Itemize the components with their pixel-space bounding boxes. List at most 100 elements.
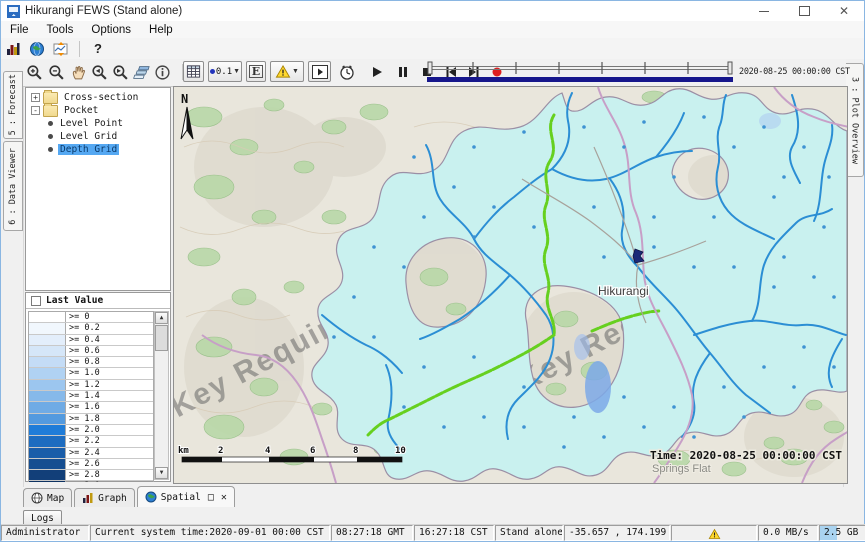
zoom-next-icon[interactable]	[112, 64, 130, 81]
legend-swatch	[29, 368, 66, 378]
collapse-icon[interactable]: -	[31, 106, 40, 115]
chevron-down-icon: ▼	[292, 68, 299, 75]
menu-options[interactable]: Options	[82, 23, 140, 37]
legend-value: >= 1.0	[66, 368, 100, 378]
depth-legend: Last Value >= 0 >= 0.2	[25, 292, 171, 482]
scroll-up-icon[interactable]: ▲	[155, 312, 168, 324]
title-bar: Hikurangi FEWS (Stand alone) ✕	[1, 1, 864, 22]
pause-button[interactable]	[395, 64, 411, 80]
legend-row[interactable]: >= 0	[29, 312, 153, 323]
svg-text:2: 2	[218, 446, 223, 456]
tree-item-level-point[interactable]: Level Point	[26, 117, 170, 130]
menu-tools[interactable]: Tools	[38, 23, 83, 37]
svg-text:10: 10	[395, 446, 406, 456]
status-mode: Stand alone	[495, 525, 563, 541]
legend-value: >= 2.6	[66, 459, 100, 469]
legend-row[interactable]: >= 0.6	[29, 346, 153, 357]
timeseries-display-icon[interactable]	[49, 39, 73, 58]
legend-scrollbar[interactable]: ▲ ▼	[154, 311, 169, 480]
time-slider[interactable]	[425, 61, 735, 84]
help-icon[interactable]: ?	[86, 39, 110, 58]
status-warning[interactable]	[671, 525, 757, 541]
bottom-tab-bar: Map Graph Spatial □ ✕	[23, 487, 844, 507]
legend-row[interactable]: >= 1.0	[29, 368, 153, 379]
close-button[interactable]: ✕	[824, 1, 864, 21]
tree-item-depth-grid[interactable]: Depth Grid	[26, 143, 170, 156]
contour-threshold-dropdown[interactable]: 0.1▼	[208, 61, 242, 82]
last-value-checkbox[interactable]	[31, 296, 41, 306]
tab-spatial[interactable]: Spatial □ ✕	[137, 486, 235, 507]
tab-data-viewer[interactable]: 6 : Data Viewer	[3, 141, 23, 231]
map-time-label: Time: 2020-08-25 00:00:00 CST	[650, 449, 842, 462]
menu-file[interactable]: File	[1, 23, 38, 37]
legend-value: >= 0.4	[66, 335, 100, 345]
zoom-out-icon[interactable]	[48, 64, 66, 81]
map-canvas[interactable]: API Key Required API Key Required H	[173, 86, 848, 484]
zoom-previous-icon[interactable]	[91, 64, 109, 81]
legend-row[interactable]: >= 0.2	[29, 323, 153, 334]
expand-icon[interactable]: +	[31, 93, 40, 102]
legend-row[interactable]: >= 2.4	[29, 448, 153, 459]
timer-icon[interactable]	[338, 63, 356, 80]
minimize-button[interactable]	[744, 1, 784, 21]
legend-row[interactable]: >= 1.6	[29, 402, 153, 413]
legend-swatch	[29, 380, 66, 390]
info-icon[interactable]	[154, 64, 172, 81]
tree-item-pocket[interactable]: - Pocket	[26, 104, 170, 117]
tree-item-level-grid[interactable]: Level Grid	[26, 130, 170, 143]
tab-graph[interactable]: Graph	[74, 488, 135, 507]
reports-icon[interactable]	[1, 39, 25, 58]
scroll-thumb[interactable]	[155, 325, 168, 351]
left-tab-strip: 5 : Forecast 6 : Data Viewer	[1, 59, 24, 487]
legend-swatch	[29, 312, 66, 322]
bullet-icon	[48, 147, 53, 152]
svg-text:4: 4	[265, 446, 271, 456]
legend-row[interactable]: >= 1.8	[29, 414, 153, 425]
legend-swatch	[29, 346, 66, 356]
legend-row[interactable]: >= 2.8	[29, 470, 153, 481]
chevron-down-icon: ▼	[233, 68, 240, 75]
tab-forecast[interactable]: 5 : Forecast	[3, 71, 23, 139]
legend-value: >= 2.0	[66, 425, 100, 435]
legend-row[interactable]: >= 1.2	[29, 380, 153, 391]
legend-value: >= 2.8	[66, 470, 100, 480]
maximize-icon	[799, 6, 810, 16]
legend-row[interactable]: >= 2.0	[29, 425, 153, 436]
legend-value: >= 1.6	[66, 402, 100, 412]
legend-row[interactable]: >= 0.8	[29, 357, 153, 368]
tab-label: Graph	[98, 493, 127, 504]
warnings-dropdown[interactable]: ▼	[270, 61, 304, 82]
legend-row[interactable]: >= 2.6	[29, 459, 153, 470]
last-value-label: Last Value	[46, 295, 103, 306]
label-glyph: E	[249, 65, 263, 78]
maximize-button[interactable]	[784, 1, 824, 21]
legend-swatch	[29, 391, 66, 401]
legend-row[interactable]: >= 3.0	[29, 481, 153, 482]
grid-display-button[interactable]	[183, 61, 204, 82]
labels-button[interactable]: E	[246, 61, 266, 82]
animation-button[interactable]	[308, 61, 331, 82]
zoom-in-icon[interactable]	[26, 64, 44, 81]
timeline-datetime: 2020-08-25 00:00:00 CST	[739, 67, 845, 77]
scroll-down-icon[interactable]: ▼	[155, 467, 168, 479]
warning-icon	[708, 528, 721, 540]
legend-row[interactable]: >= 0.4	[29, 335, 153, 346]
tab-label: Spatial	[161, 492, 201, 503]
close-tab-icon[interactable]: ✕	[221, 492, 227, 503]
legend-row[interactable]: >= 1.4	[29, 391, 153, 402]
legend-swatch	[29, 459, 66, 469]
layers-icon[interactable]	[133, 64, 151, 81]
bullet-icon	[48, 121, 53, 126]
topology-tree[interactable]: + Cross-section - Pocket Level Point Lev…	[25, 87, 171, 291]
legend-value: >= 1.4	[66, 391, 100, 401]
town-label: Hikurangi	[598, 284, 649, 298]
tab-map[interactable]: Map	[23, 488, 72, 507]
play-button[interactable]	[369, 64, 385, 80]
map-display-icon[interactable]	[25, 39, 49, 58]
pan-hand-icon[interactable]	[70, 64, 88, 81]
legend-row[interactable]: >= 2.2	[29, 436, 153, 447]
svg-text:km: km	[178, 446, 189, 456]
menu-help[interactable]: Help	[140, 23, 182, 37]
maximize-tab-icon[interactable]: □	[208, 492, 214, 503]
close-icon: ✕	[839, 5, 849, 17]
